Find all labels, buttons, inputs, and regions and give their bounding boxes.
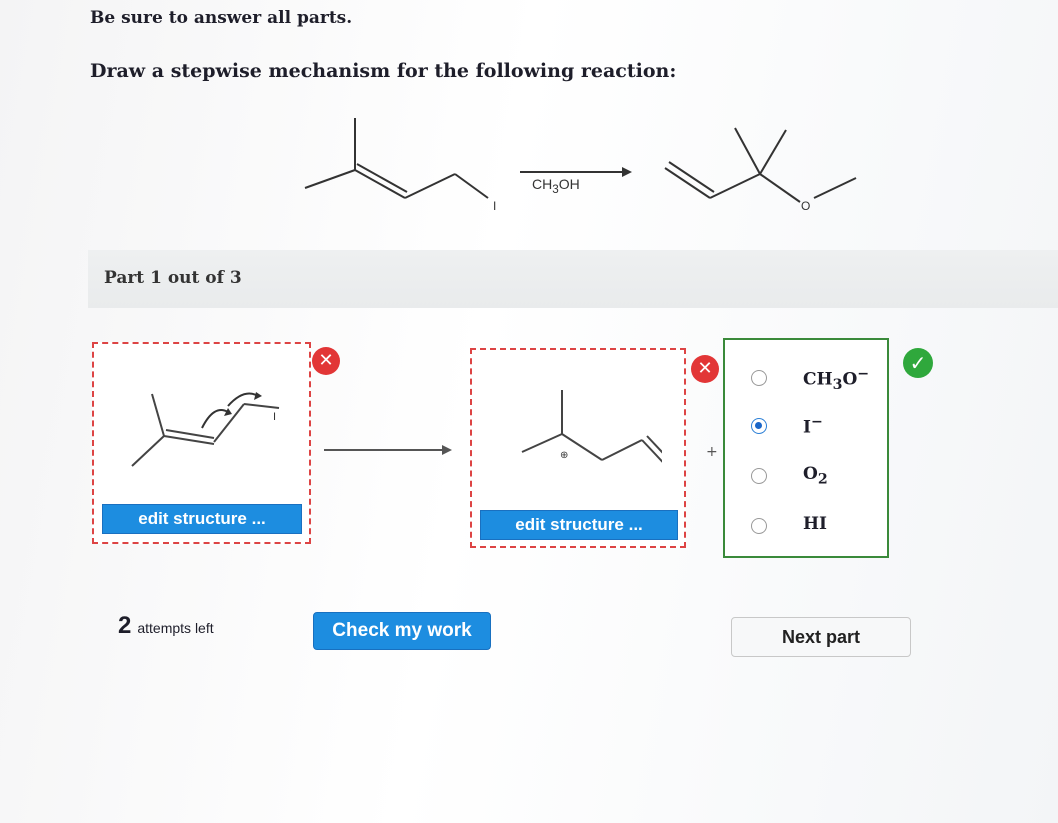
radio-methoxide[interactable] (751, 370, 767, 386)
attempts-text: attempts left (137, 620, 214, 636)
option-iodide-label: I− (803, 414, 823, 438)
reactant-bond-methyl-left (304, 169, 356, 189)
left-structure-drawing: I (131, 392, 280, 467)
reactant-double-bond-a (354, 169, 406, 199)
reactant-iodine-label: I (493, 199, 496, 213)
reactant-bond-iodide (454, 173, 489, 199)
product-double-bond-b (668, 161, 715, 193)
attempts-number: 2 (118, 612, 132, 639)
edit-structure-button-left[interactable]: edit structure ... (102, 504, 302, 534)
reactant-bond-ch2 (404, 173, 456, 199)
option-hydrogen-iodide[interactable]: HI (725, 508, 885, 548)
next-part-button[interactable]: Next part (731, 617, 911, 657)
option-hydrogen-iodide-label: HI (803, 514, 828, 534)
option-iodide[interactable]: I− (725, 408, 885, 448)
part-label: Part 1 out of 3 (104, 268, 242, 288)
structure-box-left[interactable]: I edit structure ... (92, 342, 311, 544)
check-mark-icon: ✓ (903, 348, 933, 378)
option-methoxide-label: CH3O− (803, 366, 870, 394)
instruction-draw-mechanism: Draw a stepwise mechanism for the follow… (90, 60, 677, 82)
option-oxygen-label: O2 (803, 464, 828, 488)
edit-structure-button-middle[interactable]: edit structure ... (480, 510, 678, 540)
attempts-remaining: 2 attempts left (118, 612, 214, 640)
radio-hydrogen-iodide[interactable] (751, 518, 767, 534)
reaction-scheme: I O (304, 118, 857, 213)
option-methoxide[interactable]: CH3O− (725, 360, 885, 400)
byproduct-options-box: CH3O− I− O2 HI (723, 338, 889, 558)
product-bond-methoxy (813, 177, 857, 199)
product-bond-methyl-a (734, 127, 761, 175)
mechanism-arrow (324, 445, 452, 455)
product-bond-oxygen (759, 173, 801, 203)
product-bond-methyl-b (759, 129, 787, 175)
radio-iodide-selected[interactable] (751, 418, 767, 434)
option-oxygen[interactable]: O2 (725, 458, 885, 498)
reactant-double-bond-b (356, 163, 408, 193)
instruction-answer-all: Be sure to answer all parts. (90, 8, 353, 28)
product-oxygen-label: O (801, 199, 810, 213)
radio-oxygen[interactable] (751, 468, 767, 484)
x-mark-icon: ✕ (312, 347, 340, 375)
product-double-bond-a (664, 167, 711, 199)
check-my-work-button[interactable]: Check my work (313, 612, 491, 650)
plus-sign: + (706, 444, 718, 460)
reagent-label: CH3OH (532, 176, 580, 196)
left-iodine-label: I (273, 411, 276, 423)
x-mark-icon: ✕ (691, 355, 719, 383)
product-bond-vinyl (709, 173, 761, 199)
middle-structure-drawing: ⊕ (521, 390, 662, 463)
reaction-arrow-head (622, 167, 632, 177)
structure-box-middle[interactable]: ⊕ edit structure ... (470, 348, 686, 548)
carbocation-charge: ⊕ (560, 450, 568, 461)
